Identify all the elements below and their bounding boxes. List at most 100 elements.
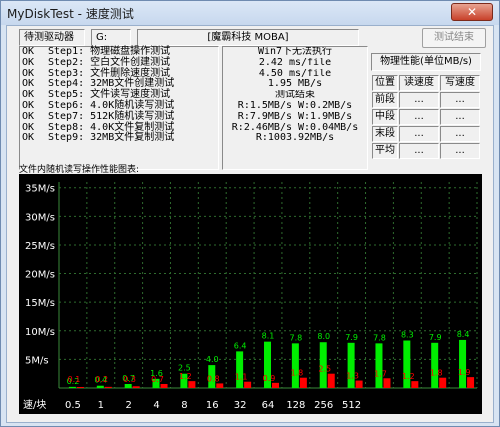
read-value-label: 7.9	[429, 333, 442, 342]
write-bar	[216, 383, 224, 388]
step-status-panel: OK Step1: 物理磁盘操作测试 OK Step2: 空白文件创建测试 OK Step…	[19, 46, 219, 170]
write-speed-value: ...	[440, 92, 480, 108]
step-text: Step9: 32MB文件复制测试	[48, 132, 175, 144]
read-bar	[124, 383, 132, 388]
write-bar	[411, 381, 419, 388]
write-bar	[244, 381, 252, 388]
read-bar	[431, 342, 439, 388]
result-row: 测试结束	[275, 90, 315, 101]
read-bar	[291, 343, 299, 388]
x-tick-label: 512	[342, 400, 361, 411]
performance-table: 位置 读速度 写速度 前段 ... ... 中段 ... ... 末段 ... …	[371, 74, 481, 160]
write-bar	[104, 386, 112, 388]
read-value-label: 7.9	[345, 333, 358, 342]
write-value-label: 0.3	[123, 375, 136, 384]
result-row: R:2.46MB/s W:0.04MB/s	[231, 122, 359, 133]
result-row: R:1.5MB/s W:0.2MB/s	[237, 100, 353, 111]
write-value-label: 1.3	[346, 372, 359, 381]
x-tick-label: 64	[262, 400, 275, 411]
read-value-label: 7.8	[289, 333, 302, 342]
client-area: 待测驱动器 G: [魔霸科技 MOBA] 测试结束 OK Step1: 物理磁盘操…	[6, 25, 494, 423]
write-value-label: 1.8	[290, 369, 303, 378]
performance-row-front: 前段 ... ...	[372, 92, 480, 108]
read-value-label: 8.3	[401, 331, 414, 340]
device-name-field: [魔霸科技 MOBA]	[137, 29, 359, 46]
position-label: 中段	[372, 109, 398, 125]
close-button[interactable]: ✕	[451, 3, 493, 21]
x-tick-label: 32	[234, 400, 247, 411]
y-tick-label: 35M/s	[25, 184, 55, 195]
step-row: OK Step7: 512K随机读写测试	[20, 110, 218, 123]
write-bar	[355, 380, 363, 388]
result-row: R:1003.92MB/s	[255, 133, 335, 144]
write-speed-value: ...	[440, 126, 480, 142]
read-speed-value: ...	[399, 143, 439, 159]
write-speed-value: ...	[440, 109, 480, 125]
write-value-label: 0.7	[151, 375, 164, 384]
performance-row-middle: 中段 ... ...	[372, 109, 480, 125]
read-bar	[459, 339, 467, 388]
test-end-button[interactable]: 测试结束	[422, 28, 486, 48]
read-bar	[347, 342, 355, 388]
write-bar	[132, 386, 140, 388]
read-bar	[96, 385, 104, 388]
write-value-label: 1.2	[179, 372, 192, 381]
x-axis-label: 速/块	[23, 399, 46, 411]
read-value-label: 7.8	[373, 333, 386, 342]
position-label: 末段	[372, 126, 398, 142]
write-value-label: 0.8	[207, 374, 220, 383]
title-bar[interactable]: MyDiskTest - 速度测试 ✕	[1, 1, 499, 25]
write-bar	[439, 377, 447, 388]
drive-letter-field[interactable]: G:	[91, 29, 131, 46]
read-value-label: 8.1	[262, 332, 275, 341]
write-bar	[76, 387, 84, 388]
y-tick-label: 20M/s	[25, 270, 55, 281]
read-bar	[68, 386, 76, 388]
write-value-label: 1.7	[374, 369, 387, 378]
x-tick-label: 1	[98, 400, 104, 411]
write-value-label: 0.2	[95, 375, 108, 384]
performance-row-average: 平均 ... ...	[372, 143, 480, 159]
read-speed-value: ...	[399, 126, 439, 142]
position-label: 平均	[372, 143, 398, 159]
write-bar	[299, 377, 307, 388]
result-row: 2.42 ms/file	[258, 57, 332, 68]
write-speed-value: ...	[440, 143, 480, 159]
step-row: OK Step2: 空白文件创建测试	[20, 56, 218, 69]
step-status: OK	[22, 56, 35, 68]
y-tick-label: 5M/s	[25, 355, 49, 366]
result-row: 1.95 MB/s	[267, 79, 323, 90]
performance-title: 物理性能(单位MB/s)	[371, 53, 481, 71]
x-tick-label: 256	[314, 400, 333, 411]
read-value-label: 6.4	[234, 341, 247, 350]
write-value-label: 0.1	[68, 375, 81, 384]
x-tick-label: 4	[153, 400, 159, 411]
step-text: Step2: 空白文件创建测试	[48, 56, 171, 68]
write-bar	[160, 383, 168, 388]
chart-svg: 5M/s 10M/s 15M/s 20M/s 25M/s 30M/s 35M/s 速/块 0.2…	[23, 182, 478, 411]
write-value-label: 1.9	[458, 368, 471, 377]
y-tick-label: 25M/s	[25, 241, 55, 252]
performance-header-row: 位置 读速度 写速度	[372, 75, 480, 91]
x-tick-label: 8	[181, 400, 187, 411]
x-tick-label: 128	[286, 400, 305, 411]
y-tick-label: 10M/s	[25, 327, 55, 338]
read-value-label: 4.0	[206, 355, 219, 364]
step-results-panel: Win7下无法执行 2.42 ms/file 4.50 ms/file 1.95 MB…	[222, 46, 368, 170]
write-bar	[188, 381, 196, 388]
step-row: OK Step9: 32MB文件复制测试	[20, 133, 218, 144]
window-title: MyDiskTest - 速度测试	[7, 7, 134, 21]
write-bar	[272, 382, 279, 388]
x-tick-label: 16	[206, 400, 219, 411]
write-value-label: 1.1	[235, 373, 248, 382]
write-bar	[327, 373, 335, 388]
y-tick-label: 30M/s	[25, 212, 55, 223]
drive-label: 待测驱动器	[19, 29, 85, 46]
result-row: R:7.9MB/s W:1.9MB/s	[237, 111, 353, 122]
x-tick-label: 0.5	[65, 400, 81, 411]
read-bar	[375, 343, 383, 388]
step-status: OK	[22, 132, 35, 144]
read-speed-value: ...	[399, 109, 439, 125]
write-value-label: 0.9	[263, 374, 276, 383]
step-text: Step7: 512K随机读写测试	[48, 110, 175, 122]
